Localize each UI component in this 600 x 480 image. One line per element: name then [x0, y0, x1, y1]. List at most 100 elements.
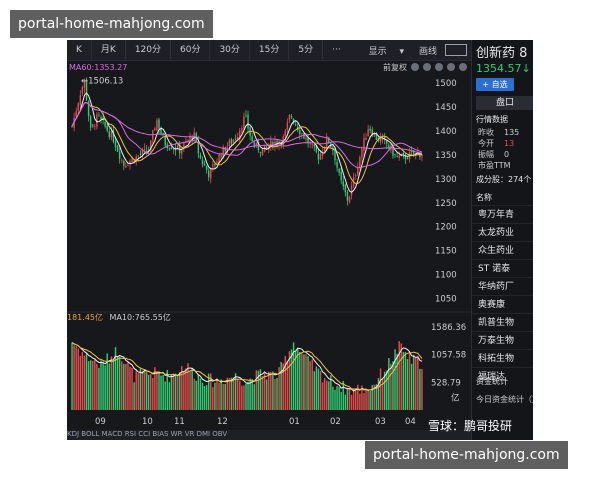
- candle-body: [406, 158, 409, 160]
- ma5-line: [71, 92, 423, 193]
- candle-body: [319, 154, 322, 160]
- candle-body: [243, 116, 245, 129]
- period-tab-5min[interactable]: 5分: [289, 40, 324, 60]
- volume-bar: [112, 360, 115, 410]
- volume-bar: [201, 382, 204, 410]
- candle-body: [118, 151, 121, 159]
- candle-body: [342, 181, 345, 187]
- quote-label: 振幅: [478, 150, 494, 159]
- volume-bar: [189, 371, 191, 410]
- indicator-bar[interactable]: KDJ BOLL MACD RSI CCI BIAS WR VR DMI OBV: [67, 430, 471, 440]
- candle-body: [317, 153, 320, 160]
- candle-body: [346, 191, 349, 201]
- volume-bar: [332, 386, 334, 410]
- volume-bar: [116, 356, 119, 410]
- candle-body: [158, 119, 160, 129]
- candle-body: [305, 137, 307, 140]
- volume-bar: [379, 368, 382, 410]
- constituent-item[interactable]: 凯普生物: [472, 313, 533, 331]
- constituent-item[interactable]: 万泰生物: [472, 331, 533, 349]
- volume-bar: [185, 368, 187, 410]
- candle-body: [344, 184, 347, 193]
- constituent-item[interactable]: 奥赛康: [472, 295, 533, 313]
- add-watchlist-button[interactable]: + 自选: [476, 78, 514, 91]
- period-tab-k[interactable]: K: [67, 40, 92, 60]
- candle-body: [79, 95, 82, 105]
- constituents-count[interactable]: 成分股：274个: [476, 174, 531, 185]
- display-label: 显示: [368, 46, 387, 57]
- volume-bar: [98, 367, 100, 410]
- period-tab-60min[interactable]: 60分: [171, 40, 211, 60]
- fullscreen-icon[interactable]: [445, 44, 467, 56]
- constituent-item[interactable]: 华纳药厂: [472, 277, 533, 295]
- candle-body: [359, 157, 361, 168]
- volume-bar: [156, 371, 158, 410]
- candle-body: [203, 163, 206, 166]
- constituent-item[interactable]: ST 诺泰: [472, 259, 533, 277]
- volume-bar: [205, 385, 208, 410]
- candle-body: [170, 147, 173, 150]
- time-axis-label: 01: [289, 417, 300, 427]
- volume-bar: [315, 366, 318, 410]
- scroll-right-icon[interactable]: [447, 63, 455, 71]
- ma-legend-row: MA60:1353.27 前复权: [67, 60, 471, 74]
- candle-body: [367, 129, 369, 137]
- display-menu-button[interactable]: 显示 ▾: [359, 44, 414, 57]
- volume-bar: [338, 386, 340, 410]
- price-axis-label: 1350: [435, 151, 457, 161]
- candle-body: [121, 160, 123, 161]
- volume-bar: [102, 361, 104, 410]
- adjust-mode-select[interactable]: 前复权: [383, 62, 407, 73]
- volume-bar: [325, 380, 328, 410]
- volume-bar: [410, 363, 413, 410]
- volume-bar: [94, 359, 96, 410]
- candle-body: [303, 133, 305, 139]
- constituent-item[interactable]: 众生药业: [472, 241, 533, 259]
- zoom-out-icon[interactable]: [411, 63, 419, 71]
- volume-bar: [197, 374, 200, 410]
- price-axis-label: 1150: [435, 247, 457, 257]
- volume-bar: [336, 385, 338, 410]
- zoom-in-icon[interactable]: [423, 63, 431, 71]
- candle-body: [336, 161, 338, 168]
- volume-bar: [199, 378, 202, 410]
- volume-bar: [92, 360, 94, 410]
- scroll-left-icon[interactable]: [435, 63, 443, 71]
- period-tab-15min[interactable]: 15分: [250, 40, 290, 60]
- volume-bar: [162, 374, 164, 410]
- constituent-item[interactable]: 太龙药业: [472, 223, 533, 241]
- volume-bar: [303, 354, 305, 410]
- candle-body: [241, 127, 243, 131]
- candle-body: [369, 128, 371, 131]
- volume-bar: [141, 370, 144, 410]
- constituent-item[interactable]: 科拓生物: [472, 349, 533, 367]
- draw-line-button[interactable]: 画线: [414, 44, 442, 57]
- candle-body: [379, 138, 382, 142]
- more-periods-button[interactable]: ···: [323, 40, 350, 60]
- candle-body: [361, 149, 363, 158]
- settings-icon[interactable]: [459, 63, 467, 71]
- volume-bar: [352, 388, 355, 410]
- volume-bar: [104, 365, 106, 410]
- tab-order-book[interactable]: 盘口: [476, 96, 533, 110]
- volume-bar: [131, 367, 133, 410]
- volume-bar: [404, 352, 407, 410]
- ma10-line: [71, 101, 422, 184]
- period-tab-month[interactable]: 月K: [92, 40, 126, 60]
- volume-bar: [276, 377, 278, 410]
- candle-body: [205, 165, 208, 171]
- period-tab-30min[interactable]: 30分: [210, 40, 250, 60]
- volume-bar: [263, 372, 266, 410]
- stock-app: 1500 1450 1400 1350 1300 1250 1200 1150 1100 1050…: [67, 40, 533, 440]
- price-axis-label: 1450: [435, 103, 457, 113]
- quote-row: 市盈TTM: [478, 160, 521, 171]
- volume-bar: [212, 387, 214, 410]
- candlestick-chart[interactable]: 1500 1450 1400 1350 1300 1250 1200 1150 1100 1050…: [67, 40, 471, 440]
- constituent-item[interactable]: 粤万年青: [472, 205, 533, 223]
- volume-bar: [417, 356, 419, 410]
- volume-bar: [187, 363, 189, 410]
- volume-bar: [274, 379, 276, 410]
- candle-body: [234, 138, 237, 140]
- quote-value: 0: [504, 150, 510, 159]
- period-tab-120min[interactable]: 120分: [126, 40, 171, 60]
